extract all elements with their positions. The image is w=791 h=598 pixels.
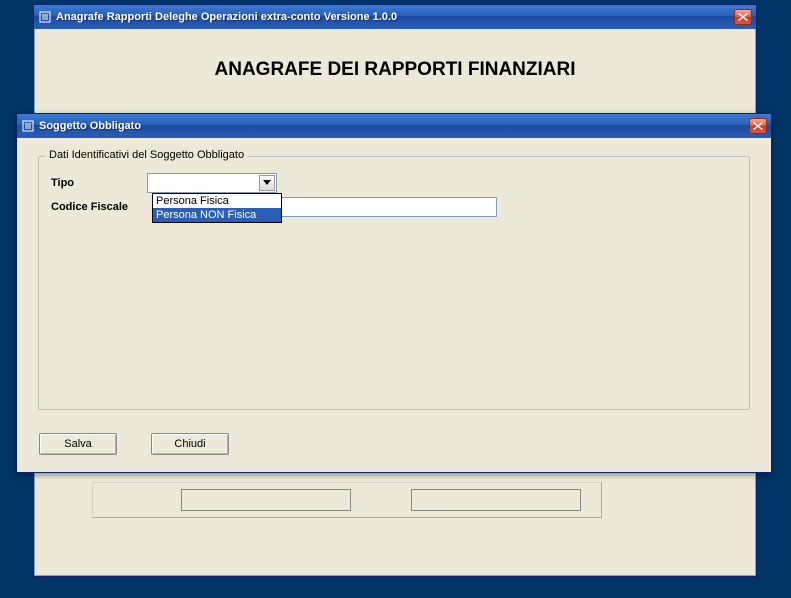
- parent-titlebar: Anagrafe Rapporti Deleghe Operazioni ext…: [34, 5, 756, 29]
- modal-window: Soggetto Obbligato Dati Identificativi d…: [16, 113, 772, 473]
- parent-button-row: [92, 482, 602, 518]
- modal-titlebar: Soggetto Obbligato: [17, 114, 771, 138]
- combo-tipo-option[interactable]: Persona Fisica: [153, 194, 281, 208]
- groupbox-title: Dati Identificativi del Soggetto Obbliga…: [45, 149, 248, 161]
- combo-tipo[interactable]: [147, 173, 277, 193]
- app-icon: [38, 10, 52, 24]
- modal-close-button[interactable]: [749, 118, 767, 134]
- close-button[interactable]: Chiudi: [151, 433, 229, 455]
- combo-tipo-option[interactable]: Persona NON Fisica: [153, 208, 281, 222]
- groupbox-dati-identificativi: Dati Identificativi del Soggetto Obbliga…: [38, 156, 750, 410]
- combo-tipo-dropdown[interactable]: Persona FisicaPersona NON Fisica: [152, 193, 282, 223]
- label-codice-fiscale: Codice Fiscale: [51, 201, 147, 213]
- modal-icon: [21, 119, 35, 133]
- label-tipo: Tipo: [51, 177, 147, 189]
- save-button[interactable]: Salva: [39, 433, 117, 455]
- parent-button-2[interactable]: [411, 489, 581, 511]
- chevron-down-icon[interactable]: [259, 175, 275, 191]
- parent-title: Anagrafe Rapporti Deleghe Operazioni ext…: [56, 11, 734, 23]
- row-tipo: Tipo: [51, 173, 277, 193]
- parent-close-button[interactable]: [734, 9, 752, 25]
- input-codice-fiscale[interactable]: [277, 197, 497, 217]
- modal-title: Soggetto Obbligato: [39, 120, 749, 132]
- page-heading: ANAGRAFE DEI RAPPORTI FINANZIARI: [37, 59, 753, 81]
- parent-button-1[interactable]: [181, 489, 351, 511]
- modal-button-row: Salva Chiudi: [39, 433, 229, 455]
